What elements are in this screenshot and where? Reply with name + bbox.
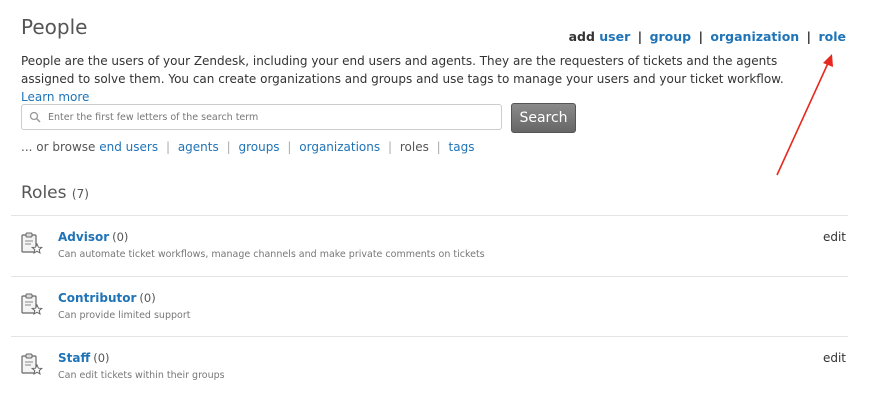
browse-groups-link[interactable]: groups [238,140,279,154]
action-separator: | [698,29,704,44]
people-actions: add user | group | organization | role [569,29,846,44]
search-input[interactable] [48,108,488,126]
add-role-link[interactable]: role [818,29,846,44]
learn-more-link[interactable]: Learn more [21,90,89,104]
browse-separator: | [387,140,393,154]
action-separator: | [637,29,643,44]
role-name: Advisor [58,230,110,244]
add-label: add [568,29,595,44]
role-name-link[interactable]: Staff (0) [58,351,110,365]
role-user-count: (0) [93,351,110,365]
add-user-link[interactable]: user [599,29,630,44]
role-name: Contributor [58,291,137,305]
browse-organizations-link[interactable]: organizations [299,140,380,154]
search-icon [29,111,41,123]
browse-links: ... or browse end users | agents | group… [21,140,474,154]
browse-roles-current: roles [399,140,429,154]
roles-count: (7) [71,187,89,201]
roles-heading: Roles (7) [21,183,89,203]
browse-end-users-link[interactable]: end users [99,140,158,154]
add-organization-link[interactable]: organization [710,29,799,44]
browse-agents-link[interactable]: agents [178,140,219,154]
clipboard-star-icon [21,232,43,255]
search-button[interactable]: Search [511,103,576,133]
browse-separator: | [226,140,231,154]
clipboard-star-icon [21,353,43,376]
browse-separator: | [165,140,170,154]
role-row-staff: Staff (0) Can edit tickets within their g… [11,336,848,396]
intro-paragraph: People are the users of your Zendesk, in… [21,52,811,106]
role-user-count: (0) [139,291,156,305]
role-name: Staff [58,351,91,365]
role-description: Can automate ticket workflows, manage ch… [58,249,485,260]
role-description: Can provide limited support [58,310,191,321]
role-row-contributor: Contributor (0) Can provide limited suppo… [11,276,848,336]
add-group-link[interactable]: group [650,29,692,44]
search-field[interactable] [21,104,502,130]
browse-prefix: ... or browse [21,140,96,154]
action-separator: | [806,29,812,44]
browse-tags-link[interactable]: tags [449,140,475,154]
clipboard-star-icon [21,293,43,316]
browse-separator: | [287,140,292,154]
page-title: People [21,15,88,39]
browse-separator: | [436,140,441,154]
roles-heading-label: Roles [21,183,67,203]
role-user-count: (0) [112,230,129,244]
role-row-advisor: Advisor (0) Can automate ticket workflows… [11,215,848,275]
role-edit-link[interactable]: edit [823,230,846,244]
role-edit-link[interactable]: edit [823,351,846,365]
role-name-link[interactable]: Contributor (0) [58,291,156,305]
role-name-link[interactable]: Advisor (0) [58,230,128,244]
role-description: Can edit tickets within their groups [58,370,225,381]
intro-text: People are the users of your Zendesk, in… [21,54,784,86]
